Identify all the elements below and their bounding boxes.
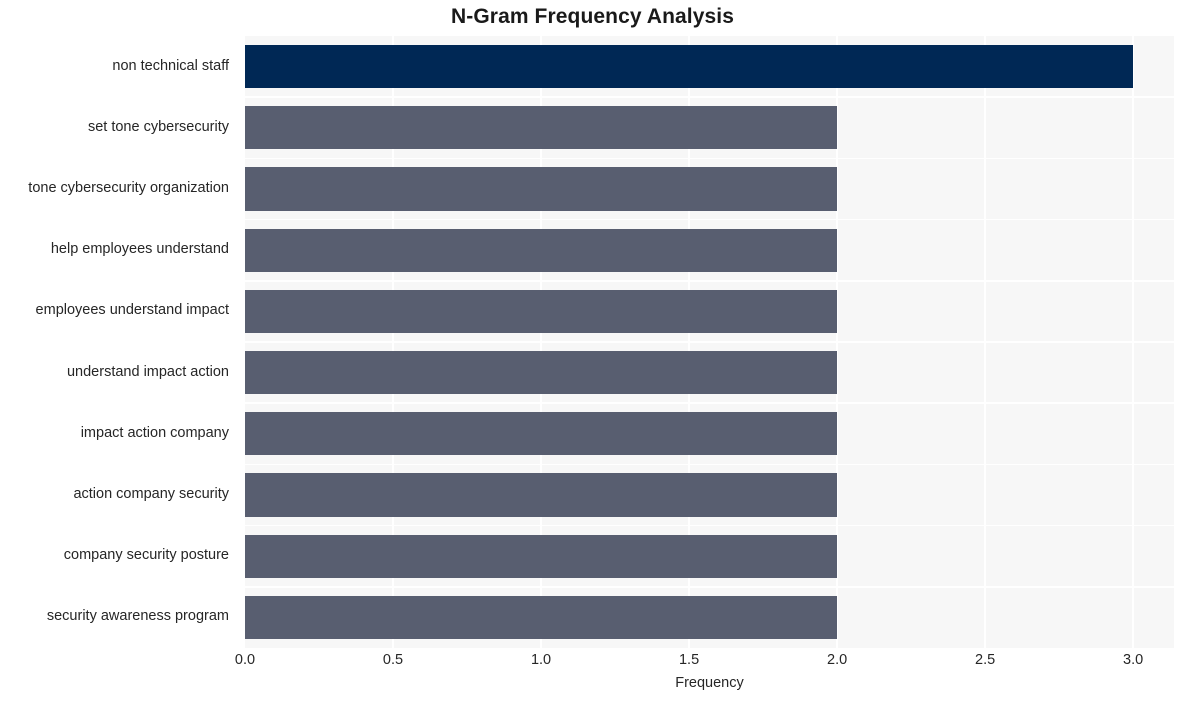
x-axis-tick-label: 1.0 (530, 652, 552, 668)
x-axis-tick-label: 0.5 (382, 652, 404, 668)
chart-container: N-Gram Frequency Analysis non technical … (0, 0, 1185, 701)
x-axis-tick-label: 0.0 (234, 652, 256, 668)
x-axis-tick-labels: 0.0 0.5 1.0 1.5 2.0 2.5 3.0 (0, 0, 1185, 701)
x-axis-tick-label: 1.5 (678, 652, 700, 668)
x-axis-title: Frequency (675, 675, 744, 691)
x-axis-tick-label: 2.5 (975, 652, 996, 668)
x-axis-tick-label: 2.0 (827, 652, 848, 668)
x-axis-tick-label: 3.0 (1123, 652, 1144, 668)
